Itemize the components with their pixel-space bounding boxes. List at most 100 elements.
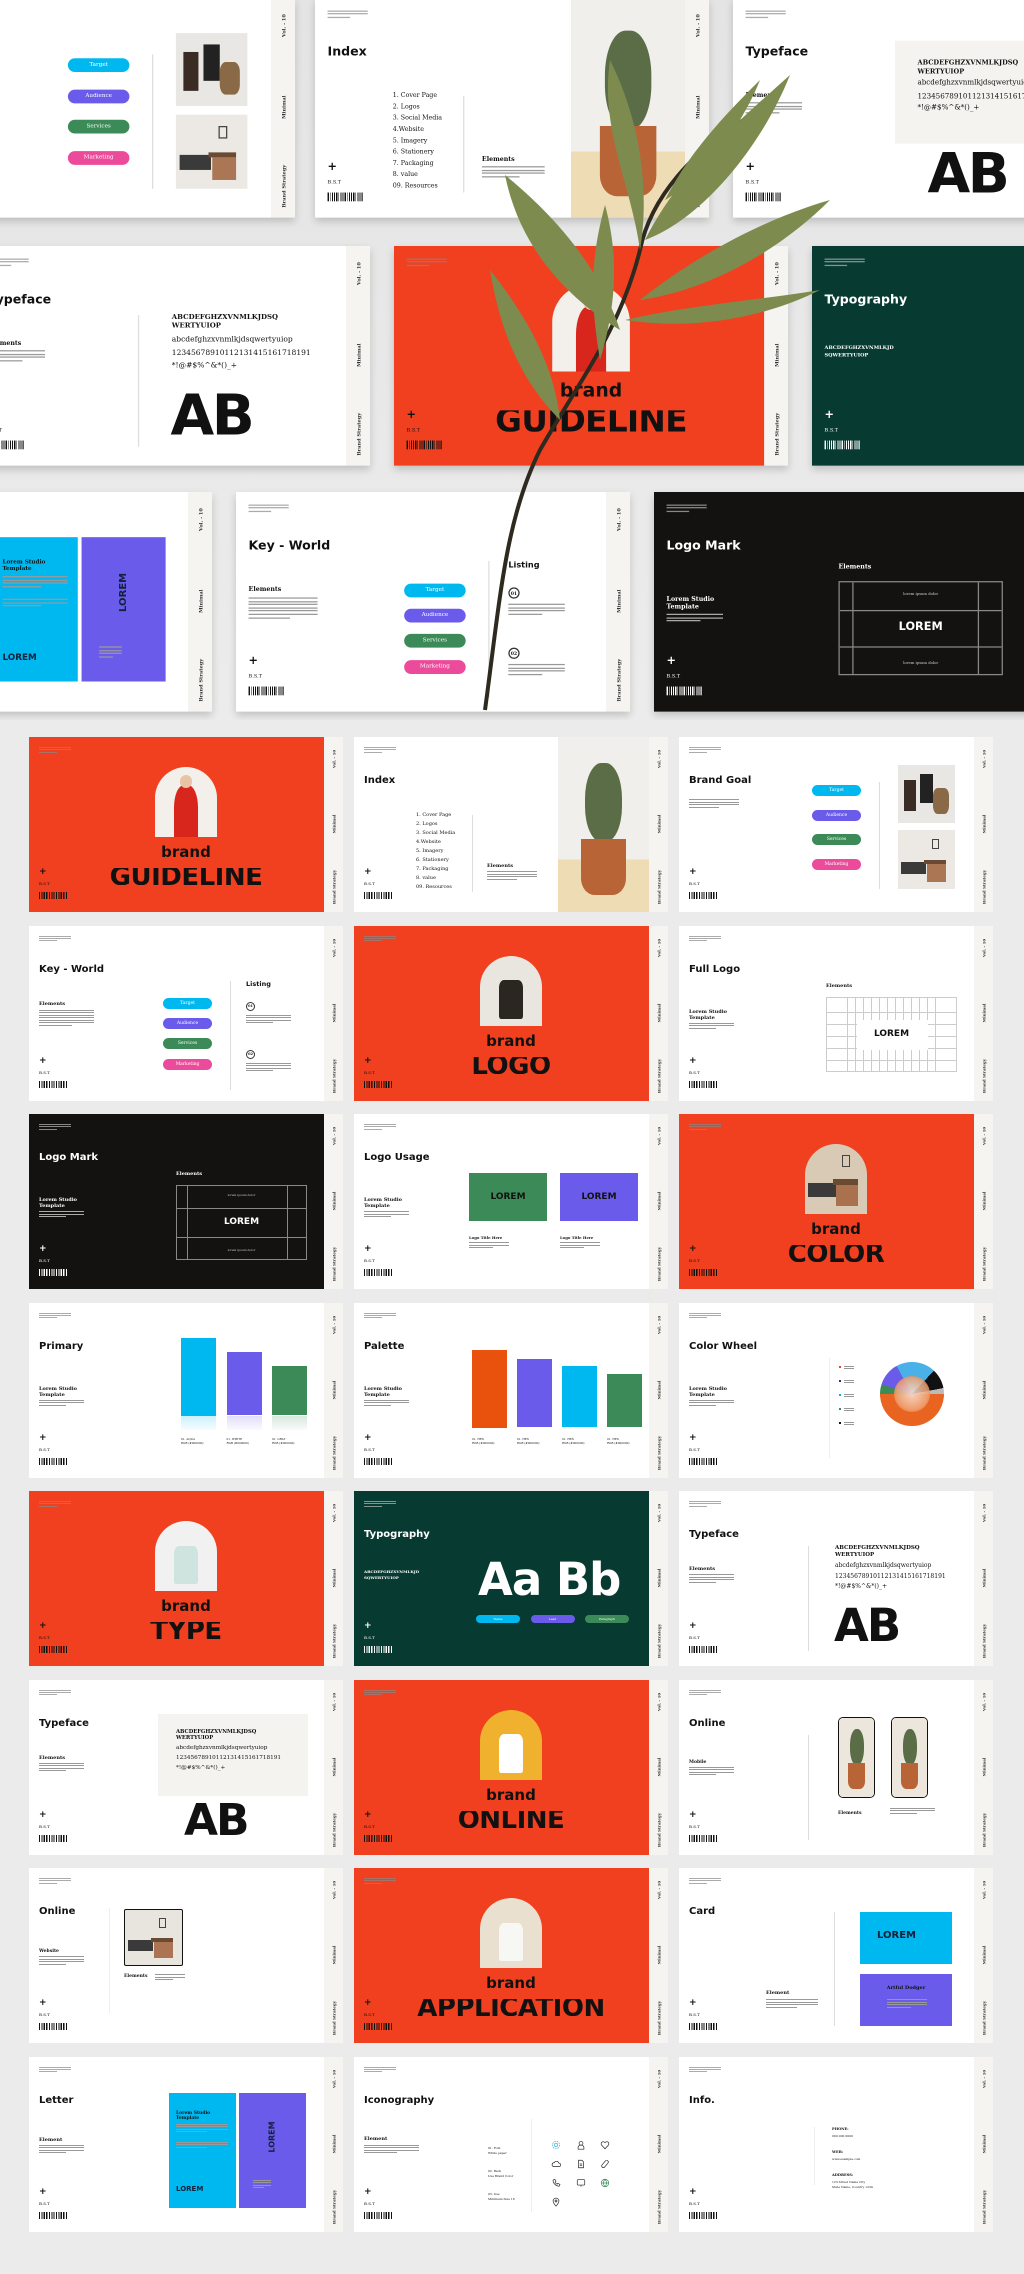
barcode-graphic (824, 440, 860, 450)
header-text (248, 504, 289, 514)
pill-services[interactable]: Services (404, 633, 466, 647)
info-phone: 000 000 0000 (832, 2133, 853, 2138)
slide-typeface-box[interactable]: Typeface + B.S.T Elements ABCDEFGHZXVNMLKJDS… (733, 0, 1024, 218)
pill-target[interactable]: Target (404, 582, 466, 597)
pill-target[interactable]: Target (67, 57, 130, 72)
slide-cover[interactable]: + B.S.T brand COLOR Vol. - 10 Minimal Brand St… (679, 1114, 993, 1289)
cup-in-hand-photo (155, 1521, 217, 1591)
slide-wheel[interactable]: Color Wheel + B.S.T Lorem Studio Template Vol… (679, 1302, 993, 1478)
slide-typography[interactable]: Typography + B.S.T ABCDEFGHZXVNMLKJD SQWERTY… (354, 1491, 668, 1666)
slide-side-strip: Vol. - 10 Minimal Brand Strategy (649, 1491, 668, 1666)
slide-letter[interactable]: Letter + B.S.T Element Lorem Studio Template L… (29, 2056, 343, 2232)
slide-logomark[interactable]: Logo Mark + B.S.T Elements Lorem Studio Templ… (654, 492, 1024, 712)
brand-strategy-label: Brand Strategy (331, 1812, 336, 1847)
slide-cover[interactable]: + B.S.T brand TYPE Vol. - 10 Minimal Brand Str… (29, 1491, 343, 1666)
slide-goal[interactable]: +B.S.TTargetAudienceServicesMarketingVol… (0, 0, 296, 218)
slide-iconography[interactable]: Iconography + B.S.T Element 01. Font White pa… (354, 2056, 668, 2232)
minimal-label: Minimal (656, 1945, 661, 1965)
minimal-label: Minimal (280, 95, 287, 119)
slide-keyworld[interactable]: Key - World + B.S.T Elements Target Audience S… (29, 925, 343, 1101)
slide-typeface[interactable]: Typeface+B.S.TElementsABCDEFGHZXVNMLKJDS… (679, 1491, 993, 1666)
slide-cover[interactable]: + B.S.T brand GUIDELINE Vol. - 10 Minimal Bran… (29, 737, 343, 912)
element-label: Element (39, 2136, 63, 2143)
vol-label: Vol. - 10 (773, 262, 780, 286)
slide-logomark[interactable]: Logo Mark + B.S.T Elements Lorem Studio Templ… (29, 1114, 343, 1289)
slide-palette[interactable]: Palette + B.S.T Lorem Studio Template 01. HEX… (354, 1302, 668, 1478)
pill-marketing[interactable]: Marketing (404, 659, 466, 674)
slide-index[interactable]: Index + B.S.T 1. Cover Page 2. Logos 3. Socia… (354, 737, 668, 912)
pill-services[interactable]: Services (812, 833, 861, 845)
lorem-studio-heading: Template (39, 1203, 65, 1209)
slide-cover[interactable]: + B.S.T brand LOGO Vol. - 10 Minimal Brand Str… (354, 925, 668, 1101)
vol-label: Vol. - 10 (197, 508, 204, 532)
brand-label: brand (486, 1974, 536, 1992)
paragraph-placeholder (176, 2123, 228, 2134)
slide-side-strip: Vol. - 10 Minimal Brand Strategy (324, 1114, 343, 1289)
pill-audience[interactable]: Audience (404, 608, 466, 622)
divider (109, 1908, 110, 2013)
bst-label: B.S.T (39, 2012, 50, 2017)
pill-audience[interactable]: Audience (67, 88, 130, 103)
slide-keyworld[interactable]: Key - World + B.S.T Elements Target Audience S… (236, 492, 631, 712)
slide-website[interactable]: Online + B.S.T Website Elements Vol. - 10 Mini… (29, 1868, 343, 2043)
vol-label: Vol. - 10 (656, 2069, 661, 2088)
plus-icon: + (39, 1998, 47, 2008)
slide-primary[interactable]: Primary + B.S.T Lorem Studio Template 01. AQU… (29, 1302, 343, 1478)
lorem-ipsum-caption: lorem ipsum dolor (903, 591, 939, 597)
barcode-graphic (689, 1457, 717, 1465)
brand-strategy-label: Brand Strategy (656, 1435, 661, 1470)
paragraph-placeholder (176, 2141, 228, 2150)
legend-dot (839, 1421, 841, 1424)
type-tag-lead[interactable]: Lead (530, 1615, 575, 1623)
tag-icon (600, 2154, 610, 2168)
phone-mockup (838, 1716, 875, 1798)
pill-target[interactable]: Target (812, 784, 861, 796)
slide-side-strip: Vol. - 10 Minimal Brand Strategy (974, 2056, 993, 2232)
swatch-code: RGB (#000000) (226, 1440, 250, 1445)
slide-typeface[interactable]: Typeface+B.S.TElementsABCDEFGHZXVNMLKJDS… (0, 246, 371, 466)
pill-marketing[interactable]: Marketing (67, 150, 130, 165)
type-tag-paragraph[interactable]: Paragraph (585, 1615, 629, 1623)
pill-marketing[interactable]: Marketing (163, 1059, 212, 1070)
pill-audience[interactable]: Audience (163, 1018, 212, 1029)
font-sample-symbols: *!@#$%^&*()_+ (917, 104, 980, 113)
pill-services[interactable]: Services (67, 119, 130, 133)
vol-label: Vol. - 10 (981, 749, 986, 769)
sofa (127, 1940, 154, 1952)
header-text (364, 1501, 396, 1508)
slide-index[interactable]: Index + B.S.T 1. Cover Page 2. Logos 3. Socia… (315, 0, 710, 218)
type-tag-name[interactable]: Name (476, 1615, 520, 1623)
map-pin-icon (551, 2192, 561, 2207)
minimal-label: Minimal (656, 1380, 661, 1399)
paragraph-placeholder (253, 2179, 271, 2190)
slide-cover[interactable]: + B.S.T brand ONLINE Vol. - 10 Minimal Brand S… (354, 1679, 668, 1855)
slide-letter[interactable]: +B.S.TLorem StudioTemplateLOREMLOREMVol.… (0, 492, 213, 712)
slide-cover[interactable]: + B.S.T brand APPLICATION Vol. - 10 Minimal Br… (354, 1868, 668, 2043)
paragraph-placeholder (890, 1807, 935, 1816)
bst-label: B.S.T (689, 1069, 700, 1075)
big-letters: AB (927, 142, 1010, 207)
pill-target[interactable]: Target (163, 998, 212, 1009)
slide-body: Info. + B.S.T PHONE: 000 000 0000 WEB: www.exa… (679, 2056, 974, 2232)
brand-strategy-label: Brand Strategy (331, 2189, 336, 2224)
font-sample-upper1: ABCDEFGHZXVNMLKJDSQ (176, 1728, 257, 1735)
slide-typeface-box[interactable]: Typeface + B.S.T Elements ABCDEFGHZXVNMLKJDS… (29, 1679, 343, 1855)
slide-goal[interactable]: Brand Goal + B.S.T Target Audience Services Ma… (679, 737, 993, 912)
slide-card[interactable]: Card + B.S.T Element LOREM Artful Dodger Vol. … (679, 1868, 993, 2043)
cover-word-text: ONLINE (457, 1810, 565, 1828)
slide-logousage[interactable]: Logo Usage + B.S.T Lorem Studio Template LORE… (354, 1114, 668, 1289)
slide-body: +B.S.TTargetAudienceServicesMarketing (0, 0, 272, 218)
slide-cover[interactable]: + B.S.T brand GUIDELINE Vol. - 10 Minimal Bran… (394, 246, 789, 466)
pill-services[interactable]: Services (163, 1038, 212, 1049)
slide-typography-hero[interactable]: Typography + B.S.T ABCDEFGHZXVNMLKJD SQWERTY… (812, 246, 1024, 466)
pill-marketing[interactable]: Marketing (812, 858, 861, 870)
pill-audience[interactable]: Audience (812, 809, 861, 821)
brand-strategy-label: Brand Strategy (656, 1246, 661, 1282)
slide-info[interactable]: Info. + B.S.T PHONE: 000 000 0000 WEB: www.exa… (679, 2056, 993, 2232)
header-text (689, 935, 721, 943)
font-sample-lower: abcdefghzxvnmlkjdsqwertyuiop (176, 1744, 268, 1751)
slide-fulllogo[interactable]: Full Logo + B.S.T Elements Lorem Studio Templ… (679, 925, 993, 1101)
legend-dot (839, 1407, 841, 1410)
divider (814, 2126, 815, 2185)
slide-mobile[interactable]: Online + B.S.T Mobile Elements Vol. - 10 Minim… (679, 1679, 993, 1855)
